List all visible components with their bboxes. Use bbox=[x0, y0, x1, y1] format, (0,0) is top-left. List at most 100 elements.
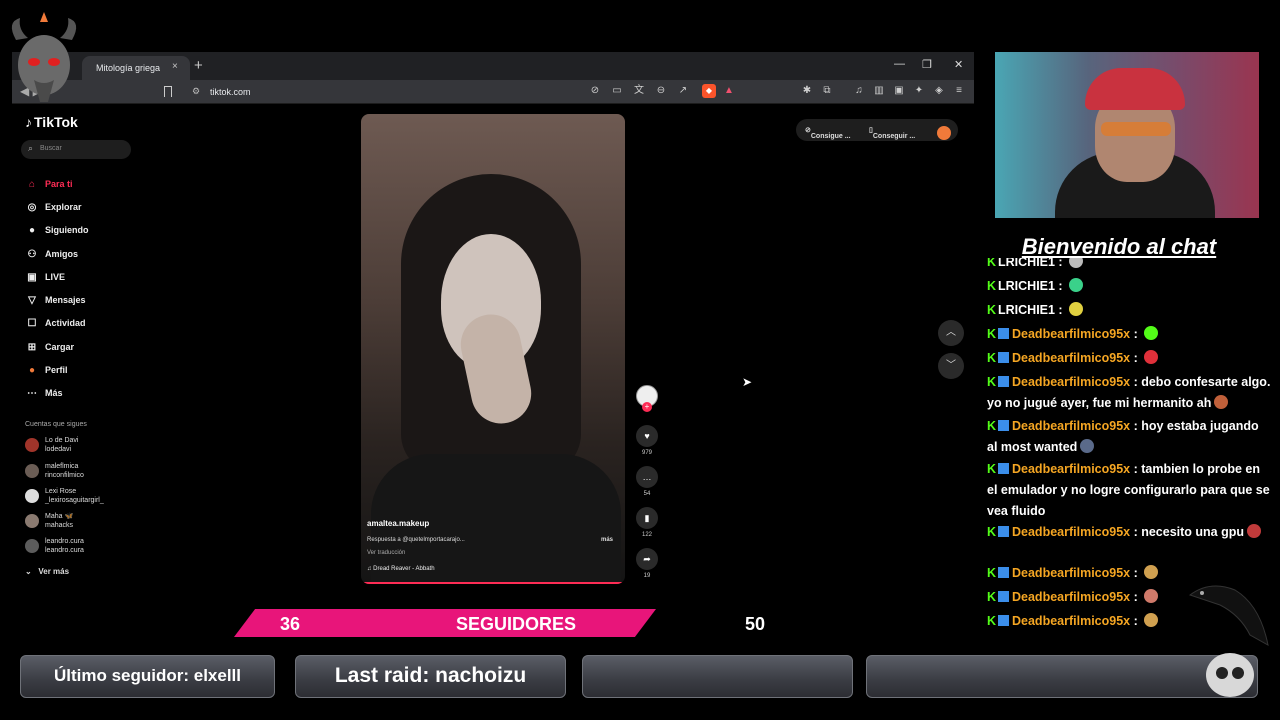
save-button[interactable]: ▮ bbox=[636, 507, 658, 529]
brave-shield-icon[interactable]: ◆ bbox=[702, 84, 716, 98]
last-follower-text: Último seguidor: elxelll bbox=[53, 666, 242, 685]
brave-rewards-icon[interactable]: ▲ bbox=[722, 84, 736, 98]
chat-emote-icon bbox=[1144, 589, 1159, 603]
chat-username[interactable]: LRICHIE1 bbox=[998, 303, 1055, 317]
comment-button[interactable]: … bbox=[636, 466, 658, 488]
nav-explorar[interactable]: ◎ Explorar bbox=[25, 202, 82, 220]
browser-toolbar: ◀ ▶ ⟳ ⚙ tiktok.com ⊘ ▭ 文 ⊖ ↗ ◆ ▲ ✱ ⧉ ♫ ▥… bbox=[12, 80, 974, 104]
menu-icon[interactable]: ≡ bbox=[952, 84, 966, 98]
video-sound[interactable]: ♫ Dread Reaver - Abbath bbox=[367, 566, 435, 572]
nav-perfil[interactable]: ● Perfil bbox=[25, 365, 68, 383]
share-icon[interactable]: ↗ bbox=[676, 84, 690, 98]
video-description: Respuesta a @quetelmportacarajo... bbox=[367, 537, 465, 543]
leo-ai-icon[interactable]: ✦ bbox=[912, 84, 926, 98]
nav-live[interactable]: ▣ LIVE bbox=[25, 272, 65, 290]
minimize-button[interactable]: — bbox=[894, 58, 905, 70]
extensions-icon[interactable]: ✱ bbox=[800, 84, 814, 98]
video-progress-bar[interactable] bbox=[361, 582, 625, 584]
streamer-glasses bbox=[1101, 122, 1171, 136]
goat-mascot-icon bbox=[11, 12, 77, 102]
chat-text: : bbox=[1054, 279, 1067, 293]
like-button[interactable]: ♥ bbox=[636, 425, 658, 447]
video-player[interactable]: amaltea.makeup Respuesta a @quetelmporta… bbox=[361, 114, 625, 584]
tiktok-logo[interactable]: ♪ TikTok bbox=[25, 114, 78, 130]
nav-cargar[interactable]: ⊞ Cargar bbox=[25, 342, 74, 360]
chat-username[interactable]: Deadbearfilmico95x bbox=[1012, 590, 1130, 604]
nav-mas[interactable]: ⋯ Más bbox=[25, 388, 63, 406]
chat-username[interactable]: Deadbearfilmico95x bbox=[1012, 419, 1130, 433]
chat-username[interactable]: LRICHIE1 bbox=[998, 258, 1055, 269]
subscriber-badge-icon bbox=[998, 376, 1009, 387]
kick-badge-icon: K bbox=[987, 419, 997, 433]
follow-plus-icon[interactable]: + bbox=[642, 402, 652, 412]
home-icon: ⌂ bbox=[28, 179, 36, 190]
see-more-label: Ver más bbox=[38, 567, 70, 576]
chat-username[interactable]: Deadbearfilmico95x bbox=[1012, 566, 1130, 580]
profile-avatar-icon[interactable] bbox=[937, 126, 951, 140]
chat-username[interactable]: LRICHIE1 bbox=[998, 279, 1055, 293]
nav-para-ti[interactable]: ⌂ Para ti bbox=[25, 179, 73, 197]
chat-username[interactable]: Deadbearfilmico95x bbox=[1012, 351, 1130, 365]
tab-close-icon[interactable]: × bbox=[172, 61, 178, 72]
search-input[interactable]: ⌕ Buscar bbox=[21, 140, 131, 159]
video-more-link[interactable]: más bbox=[601, 537, 613, 543]
close-window-button[interactable]: ✕ bbox=[954, 58, 963, 71]
nav-mensajes[interactable]: ▽ Mensajes bbox=[25, 295, 85, 313]
upload-icon: ⊞ bbox=[27, 342, 37, 353]
chat-message: K LRICHIE1 : bbox=[987, 300, 1272, 321]
nav-label: Amigos bbox=[45, 249, 79, 259]
see-more-link[interactable]: ⌄ Ver más bbox=[25, 567, 69, 576]
site-settings-icon[interactable]: ⚙ bbox=[192, 86, 200, 97]
account-name: maleflmica bbox=[45, 463, 79, 470]
chat-message: K Deadbearfilmico95x : bbox=[987, 348, 1272, 369]
new-tab-button[interactable]: + bbox=[194, 57, 203, 74]
chat-emote-icon bbox=[1144, 350, 1159, 364]
previous-video-button[interactable]: ︿ bbox=[938, 320, 964, 346]
vpn-icon[interactable]: ◈ bbox=[932, 84, 946, 98]
tab-bar: Mitología griega × + — ❐ ✕ bbox=[12, 52, 974, 80]
tiktok-page: ♪ TikTok ⌕ Buscar ⌂ Para ti ◎ Explorar ● Sig… bbox=[12, 105, 974, 610]
wallet-icon[interactable]: ▣ bbox=[892, 84, 906, 98]
get-app-button[interactable]: ▯ Conseguir ... bbox=[869, 126, 915, 140]
share-button[interactable]: ➦ bbox=[636, 548, 658, 570]
media-icon[interactable]: ♫ bbox=[852, 84, 866, 98]
translate-link[interactable]: Ver traducción bbox=[367, 550, 405, 556]
chat-username[interactable]: Deadbearfilmico95x bbox=[1012, 462, 1130, 476]
zoom-icon[interactable]: ⊖ bbox=[654, 84, 668, 98]
translate-icon[interactable]: 文 bbox=[632, 84, 646, 98]
no-image-icon[interactable]: ⊘ bbox=[588, 84, 602, 98]
chat-username[interactable]: Deadbearfilmico95x bbox=[1012, 375, 1130, 389]
account-name: Lexi Rose bbox=[45, 488, 77, 495]
subscriber-badge-icon bbox=[998, 567, 1009, 578]
sidebar-icon[interactable]: ▥ bbox=[872, 84, 886, 98]
chat-username[interactable]: Deadbearfilmico95x bbox=[1012, 614, 1130, 628]
account-handle: mahacks bbox=[45, 522, 74, 529]
subscriber-badge-icon bbox=[998, 615, 1009, 626]
raven-skull-icon bbox=[1188, 585, 1269, 697]
restore-button[interactable]: ❐ bbox=[922, 58, 932, 71]
nav-actividad[interactable]: ☐ Actividad bbox=[25, 318, 86, 336]
video-username[interactable]: amaltea.makeup bbox=[367, 519, 429, 528]
screenshot-icon[interactable]: ⧉ bbox=[820, 84, 834, 98]
cast-icon[interactable]: ▭ bbox=[610, 84, 624, 98]
like-count: 979 bbox=[641, 450, 652, 456]
chat-username[interactable]: Deadbearfilmico95x bbox=[1012, 525, 1130, 539]
nav-amigos[interactable]: ⚇ Amigos bbox=[25, 249, 79, 267]
nav-label: Para ti bbox=[45, 179, 73, 189]
bookmark-icon[interactable] bbox=[164, 86, 172, 97]
avatar bbox=[25, 539, 39, 553]
nav-siguiendo[interactable]: ● Siguiendo bbox=[25, 225, 89, 243]
account-name: Maha 🦋 bbox=[45, 513, 74, 520]
share-arrow-icon: ➦ bbox=[643, 554, 651, 564]
browser-window: Mitología griega × + — ❐ ✕ ◀ ▶ ⟳ ⚙ tikto… bbox=[12, 52, 974, 610]
next-video-button[interactable]: ﹀ bbox=[938, 353, 964, 379]
live-icon: ▣ bbox=[27, 272, 37, 283]
follower-goal: 50 bbox=[745, 614, 766, 634]
last-follower-panel: Último seguidor: elxelll bbox=[20, 655, 275, 698]
get-coins-button[interactable]: ⊘ Consigue ... bbox=[805, 126, 851, 140]
subscriber-badge-icon bbox=[998, 352, 1009, 363]
following-icon: ● bbox=[28, 225, 36, 236]
more-icon: ⋯ bbox=[27, 388, 37, 399]
kick-badge-icon: K bbox=[987, 590, 997, 604]
chat-username[interactable]: Deadbearfilmico95x bbox=[1012, 327, 1130, 341]
